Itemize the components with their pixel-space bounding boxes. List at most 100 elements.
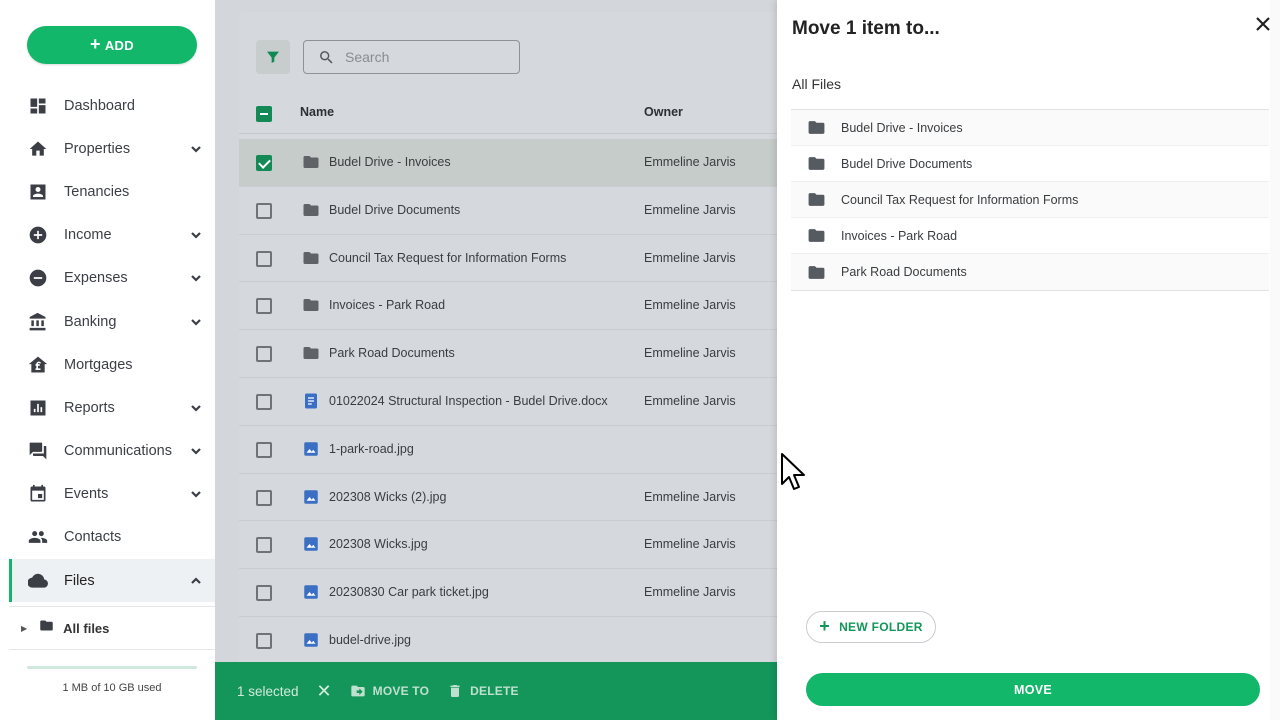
file-name[interactable]: 202308 Wicks (2).jpg xyxy=(329,490,446,504)
chevron-down-icon[interactable] xyxy=(189,401,203,415)
clear-selection-icon[interactable]: ✕ xyxy=(317,681,332,702)
file-name[interactable]: Council Tax Request for Information Form… xyxy=(329,251,566,265)
table-row[interactable]: 20230830 Car park ticket.jpg Emmeline Jar… xyxy=(239,569,777,617)
people-icon xyxy=(28,527,48,547)
file-name[interactable]: 20230830 Car park ticket.jpg xyxy=(329,585,489,599)
sidebar-item-tenancies[interactable]: Tenancies xyxy=(9,170,215,213)
sidebar-item-label: Contacts xyxy=(64,529,122,546)
new-folder-button[interactable]: + NEW FOLDER xyxy=(806,611,936,643)
destination-folder-item[interactable]: Invoices - Park Road xyxy=(791,218,1269,254)
file-name[interactable]: budel-drive.jpg xyxy=(329,633,411,647)
chevron-up-icon[interactable] xyxy=(189,574,203,588)
row-checkbox[interactable] xyxy=(256,393,272,410)
move-to-button[interactable]: MOVE TO xyxy=(350,683,430,699)
column-header-name[interactable]: Name xyxy=(300,105,334,119)
file-name[interactable]: 1-park-road.jpg xyxy=(329,442,414,456)
search-input[interactable] xyxy=(345,49,495,65)
row-checkbox[interactable] xyxy=(256,537,272,554)
folder-icon xyxy=(302,249,320,267)
row-checkbox[interactable] xyxy=(256,346,272,363)
chevron-down-icon[interactable] xyxy=(189,444,203,458)
chevron-down-icon[interactable] xyxy=(189,271,203,285)
table-row[interactable]: 1-park-road.jpg xyxy=(239,426,777,474)
destination-folder-item[interactable]: Park Road Documents xyxy=(791,254,1269,290)
sidebar-nav: Dashboard Properties Tenancies Income Ex… xyxy=(9,84,215,603)
files-table-body: Budel Drive - Invoices Emmeline Jarvis Bud… xyxy=(239,139,777,665)
window-edge xyxy=(1270,0,1280,720)
row-checkbox[interactable] xyxy=(256,250,272,267)
table-row[interactable]: 202308 Wicks.jpg Emmeline Jarvis xyxy=(239,521,777,570)
table-row[interactable]: Invoices - Park Road Emmeline Jarvis xyxy=(239,282,777,331)
selection-action-bar: 1 selected ✕ MOVE TO DELETE xyxy=(215,662,777,720)
file-owner: Emmeline Jarvis xyxy=(644,393,736,408)
row-checkbox[interactable] xyxy=(256,298,272,315)
sidebar-item-properties[interactable]: Properties xyxy=(9,127,215,170)
sidebar-item-label: Expenses xyxy=(64,270,128,287)
chevron-down-icon[interactable] xyxy=(189,228,203,242)
sidebar: + ADD Dashboard Properties Tenancies Inc… xyxy=(9,0,215,720)
table-row[interactable]: Budel Drive - Invoices Emmeline Jarvis xyxy=(239,139,777,187)
sidebar-item-income[interactable]: Income xyxy=(9,214,215,257)
file-name[interactable]: Park Road Documents xyxy=(329,346,455,360)
sidebar-subitem-all-files[interactable]: ▶ All files xyxy=(9,606,215,650)
delete-button[interactable]: DELETE xyxy=(447,683,519,699)
sidebar-item-mortgages[interactable]: Mortgages xyxy=(9,343,215,386)
table-row[interactable]: Park Road Documents Emmeline Jarvis xyxy=(239,330,777,378)
sidebar-item-events[interactable]: Events xyxy=(9,473,215,516)
file-name[interactable]: Budel Drive - Invoices xyxy=(329,155,451,169)
destination-folder-item[interactable]: Budel Drive - Invoices xyxy=(791,110,1269,146)
sidebar-item-label: Events xyxy=(64,486,109,503)
image-icon xyxy=(302,440,320,458)
file-owner: Emmeline Jarvis xyxy=(644,585,736,600)
file-owner: Emmeline Jarvis xyxy=(644,202,736,217)
sidebar-item-files[interactable]: Files xyxy=(9,559,215,603)
row-checkbox[interactable] xyxy=(256,202,272,219)
sidebar-item-reports[interactable]: Reports xyxy=(9,386,215,429)
chevron-down-icon[interactable] xyxy=(189,315,203,329)
destination-folder-label: Invoices - Park Road xyxy=(841,228,958,243)
destination-folder-label: Budel Drive Documents xyxy=(841,156,973,171)
file-name[interactable]: 202308 Wicks.jpg xyxy=(329,537,428,551)
selected-count: 1 selected xyxy=(237,683,299,699)
search-box[interactable] xyxy=(303,40,520,74)
storage-usage: 1 MB of 10 GB used xyxy=(27,666,197,694)
file-owner: Emmeline Jarvis xyxy=(644,155,736,169)
sidebar-item-label: Dashboard xyxy=(64,97,135,114)
chevron-down-icon[interactable] xyxy=(189,487,203,501)
sidebar-item-dashboard[interactable]: Dashboard xyxy=(9,84,215,127)
breadcrumb[interactable]: All Files xyxy=(792,76,841,92)
row-checkbox[interactable] xyxy=(256,155,272,171)
file-name[interactable]: 01022024 Structural Inspection - Budel D… xyxy=(329,394,608,408)
sidebar-item-label: Banking xyxy=(64,313,117,330)
row-checkbox[interactable] xyxy=(256,441,272,458)
sidebar-item-banking[interactable]: Banking xyxy=(9,300,215,343)
dashboard-icon xyxy=(28,96,48,116)
sidebar-item-contacts[interactable]: Contacts xyxy=(9,516,215,559)
folder-icon xyxy=(808,121,825,134)
row-checkbox[interactable] xyxy=(256,585,272,602)
folder-icon xyxy=(808,229,825,242)
row-checkbox[interactable] xyxy=(256,489,272,506)
sidebar-item-expenses[interactable]: Expenses xyxy=(9,257,215,300)
sidebar-item-communications[interactable]: Communications xyxy=(9,430,215,473)
storage-bar xyxy=(27,666,197,669)
table-row[interactable]: 01022024 Structural Inspection - Budel D… xyxy=(239,378,777,426)
table-row[interactable]: budel-drive.jpg xyxy=(239,617,777,665)
chevron-down-icon[interactable] xyxy=(189,142,203,156)
expand-arrow-icon[interactable]: ▶ xyxy=(21,624,27,633)
table-row[interactable]: 202308 Wicks (2).jpg Emmeline Jarvis xyxy=(239,474,777,522)
column-header-owner[interactable]: Owner xyxy=(644,105,683,119)
file-name[interactable]: Invoices - Park Road xyxy=(329,298,445,312)
add-button[interactable]: + ADD xyxy=(27,26,197,64)
file-name[interactable]: Budel Drive Documents xyxy=(329,203,460,217)
move-button[interactable]: MOVE xyxy=(806,673,1260,706)
row-checkbox[interactable] xyxy=(256,632,272,649)
destination-folder-item[interactable]: Council Tax Request for Information Form… xyxy=(791,182,1269,218)
table-row[interactable]: Budel Drive Documents Emmeline Jarvis xyxy=(239,187,777,235)
file-owner: Emmeline Jarvis xyxy=(644,250,736,265)
filter-button[interactable] xyxy=(256,40,290,74)
destination-folder-item[interactable]: Budel Drive Documents xyxy=(791,146,1269,182)
select-all-checkbox[interactable] xyxy=(256,106,272,122)
cloud-icon xyxy=(28,571,48,591)
table-row[interactable]: Council Tax Request for Information Form… xyxy=(239,235,777,283)
